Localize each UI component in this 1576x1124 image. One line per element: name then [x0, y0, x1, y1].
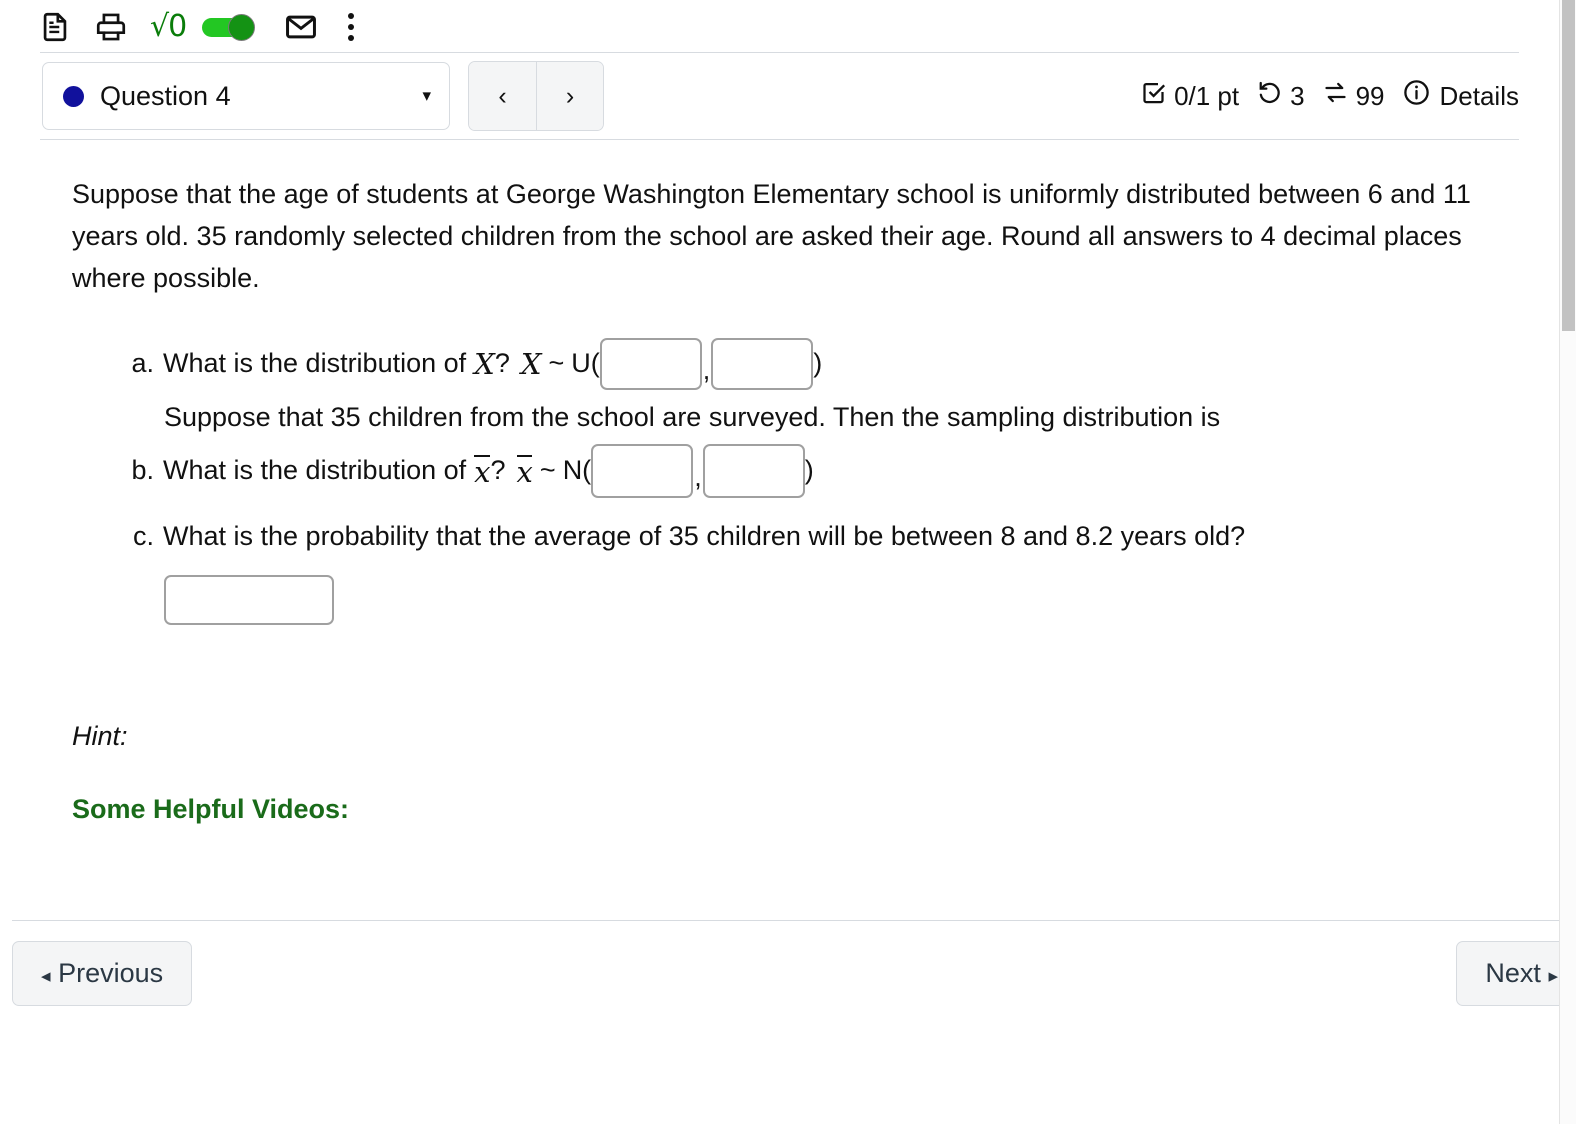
part-a-input-min[interactable] — [599, 337, 702, 390]
math-mode-icon[interactable]: √0 — [150, 12, 187, 42]
previous-button[interactable]: ◂ Previous — [12, 941, 193, 1006]
part-a-row: a. What is the distribution of X ? X ~ U… — [120, 336, 1519, 392]
part-c-input-probability[interactable] — [164, 574, 334, 625]
versions-group: 99 — [1322, 79, 1385, 113]
part-a-input-max[interactable] — [711, 337, 814, 390]
page-viewport: √0 Question 4 ▾ ‹ › 0/1 pt 3 99 Details … — [0, 0, 1559, 1124]
part-b-variable-1: x — [474, 454, 491, 489]
kebab-menu-icon[interactable] — [340, 9, 362, 45]
question-selector-label: Question 4 — [100, 80, 231, 111]
page-scrollbar[interactable] — [1559, 0, 1576, 1124]
details-group[interactable]: Details — [1402, 78, 1519, 114]
checkbox-checked-icon — [1140, 79, 1167, 113]
part-b-comma: , — [694, 461, 702, 492]
mail-icon[interactable] — [284, 10, 318, 44]
helpful-videos-heading: Some Helpful Videos: — [72, 793, 350, 824]
swap-arrows-icon — [1322, 79, 1349, 113]
document-icon[interactable] — [38, 10, 72, 44]
part-c-letter: c. — [132, 521, 154, 552]
details-label[interactable]: Details — [1440, 81, 1519, 112]
footer-divider — [12, 920, 1559, 921]
header-divider — [40, 139, 1519, 140]
part-c-input-row — [164, 574, 1519, 625]
next-question-button[interactable]: › — [536, 62, 603, 130]
part-b-variable-2: x — [516, 454, 533, 489]
math-mode-toggle[interactable] — [202, 14, 262, 41]
part-a-letter: a. — [131, 348, 154, 379]
kebab-dot — [348, 13, 355, 19]
undo-arrow-icon — [1256, 79, 1283, 113]
chevron-down-icon: ▾ — [422, 86, 431, 105]
part-a-text: What is the distribution of — [163, 348, 467, 379]
part-b-input-mean[interactable] — [591, 443, 694, 498]
toggle-knob[interactable] — [228, 14, 256, 41]
part-a-distribution-close: ) — [813, 348, 823, 379]
question-toolbar: √0 — [0, 0, 1559, 52]
kebab-dot — [348, 24, 355, 30]
printer-icon[interactable] — [94, 10, 128, 44]
question-selector-dropdown[interactable]: Question 4 ▾ — [42, 62, 450, 130]
versions-text: 99 — [1355, 80, 1385, 111]
part-b-letter: b. — [131, 455, 154, 486]
question-nav-group: ‹ › — [468, 61, 604, 131]
info-circle-icon[interactable] — [1402, 78, 1431, 114]
part-b-tilde: ~ — [539, 455, 556, 486]
right-triangle-icon: ▸ — [1548, 966, 1558, 987]
attempts-text: 3 — [1290, 80, 1305, 111]
question-parts: a. What is the distribution of X ? X ~ U… — [72, 336, 1519, 625]
part-a-variable-1: X — [474, 346, 495, 381]
next-button-label: Next — [1485, 958, 1541, 988]
next-button[interactable]: Next ▸ — [1456, 941, 1559, 1006]
part-c-row: c. What is the probability that the aver… — [120, 509, 1519, 565]
question-header-bar: Question 4 ▾ ‹ › 0/1 pt 3 99 Details — [0, 53, 1559, 139]
part-b-text: What is the distribution of — [163, 455, 467, 486]
footer-navigation: ◂ Previous Next ▸ — [0, 941, 1559, 1006]
part-a-distribution-open: U( — [571, 348, 600, 379]
attempts-group: 3 — [1256, 79, 1305, 113]
previous-question-button[interactable]: ‹ — [469, 62, 536, 130]
score-text: 0/1 pt — [1174, 80, 1240, 111]
part-b-input-sd[interactable] — [702, 443, 805, 498]
previous-button-label: Previous — [58, 958, 164, 988]
part-c-text: What is the probability that the average… — [163, 521, 1246, 552]
part-b-question-mark: ? — [490, 455, 506, 486]
part-b-row: b. What is the distribution of x ? x ~ N… — [120, 443, 1519, 499]
sampling-interlude-text: Suppose that 35 children from the school… — [164, 401, 1221, 432]
question-status-dot — [63, 85, 84, 107]
question-prompt: Suppose that the age of students at Geor… — [72, 179, 1471, 293]
kebab-dot — [348, 35, 355, 41]
question-body: Suppose that the age of students at Geor… — [0, 174, 1559, 825]
part-a-variable-2: X — [520, 346, 542, 381]
part-b-distribution-close: ) — [804, 455, 814, 486]
part-a-tilde: ~ — [548, 348, 565, 379]
part-a-question-mark: ? — [494, 348, 510, 379]
part-a-comma: , — [702, 354, 711, 385]
next-button-wrap: Next ▸ — [1456, 941, 1559, 1006]
scrollbar-thumb[interactable] — [1562, 0, 1575, 331]
part-b-distribution-open: N( — [562, 455, 592, 486]
left-triangle-icon: ◂ — [41, 966, 51, 987]
hint-label: Hint: — [72, 720, 128, 751]
score-group: 0/1 pt — [1140, 79, 1239, 113]
question-status-group: 0/1 pt 3 99 Details — [1140, 78, 1519, 114]
